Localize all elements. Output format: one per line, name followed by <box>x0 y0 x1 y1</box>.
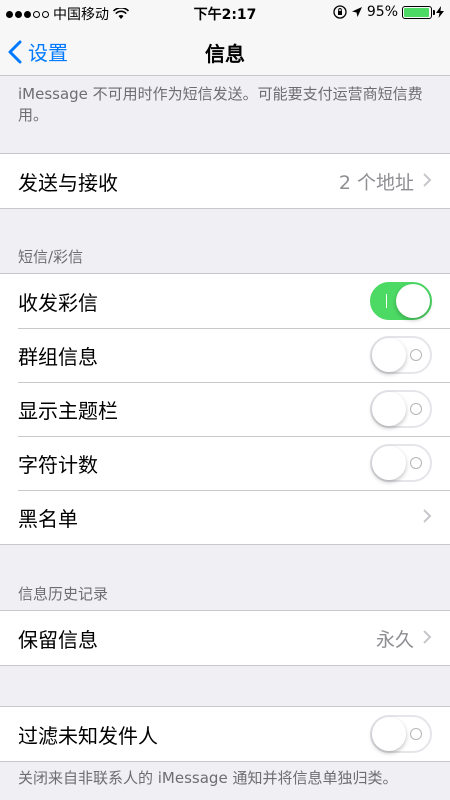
chevron-right-icon <box>422 169 432 193</box>
page-title: 信息 <box>205 42 245 66</box>
imessage-sms-note: iMessage 不可用时作为短信发送。可能要支付运营商短信费用。 <box>18 85 423 124</box>
orientation-lock-icon <box>333 5 347 19</box>
chevron-right-icon <box>422 505 432 529</box>
history-group: 保留信息 永久 <box>0 610 450 666</box>
filter-unknown-toggle[interactable] <box>370 715 432 753</box>
send-receive-group: 发送与接收 2 个地址 <box>0 153 450 209</box>
status-right: 95% <box>333 4 444 20</box>
group-messaging-row: 群组信息 <box>0 328 450 382</box>
filter-unknown-note: 关闭来自非联系人的 iMessage 通知并将信息单独归类。 <box>18 769 398 787</box>
chevron-right-icon <box>422 626 432 650</box>
sms-section-header: 短信/彩信 <box>18 248 84 266</box>
filter-group: 过滤未知发件人 <box>0 706 450 762</box>
location-icon <box>351 7 362 17</box>
navigation-bar: 设置 信息 <box>0 26 450 76</box>
blocked-label: 黑名单 <box>18 506 78 531</box>
keep-messages-row[interactable]: 保留信息 永久 <box>0 611 450 665</box>
character-count-label: 字符计数 <box>18 452 98 477</box>
battery-icon <box>402 5 435 19</box>
status-bar: 中国移动 下午2:17 95% <box>0 0 450 26</box>
character-count-toggle[interactable] <box>370 444 432 482</box>
history-section-header: 信息历史记录 <box>18 585 109 603</box>
sms-group: 收发彩信 群组信息 显示主题栏 字符计数 黑名单 <box>0 273 450 545</box>
show-subject-row: 显示主题栏 <box>0 382 450 436</box>
show-subject-label: 显示主题栏 <box>18 398 118 423</box>
send-receive-value: 2 个地址 <box>338 171 414 194</box>
group-messaging-toggle[interactable] <box>370 336 432 374</box>
keep-messages-value: 永久 <box>375 628 414 651</box>
mms-row: 收发彩信 <box>0 274 450 328</box>
character-count-row: 字符计数 <box>0 436 450 490</box>
battery-percent: 95% <box>366 4 398 20</box>
send-receive-label: 发送与接收 <box>18 170 118 195</box>
mms-toggle[interactable] <box>370 282 432 320</box>
charging-bolt-icon <box>436 6 444 18</box>
blocked-row[interactable]: 黑名单 <box>0 490 450 544</box>
filter-unknown-label: 过滤未知发件人 <box>18 723 158 748</box>
show-subject-toggle[interactable] <box>370 390 432 428</box>
mms-label: 收发彩信 <box>18 290 98 315</box>
send-receive-row[interactable]: 发送与接收 2 个地址 <box>0 154 450 208</box>
filter-unknown-row: 过滤未知发件人 <box>0 707 450 761</box>
keep-messages-label: 保留信息 <box>18 627 98 652</box>
group-messaging-label: 群组信息 <box>18 344 98 369</box>
